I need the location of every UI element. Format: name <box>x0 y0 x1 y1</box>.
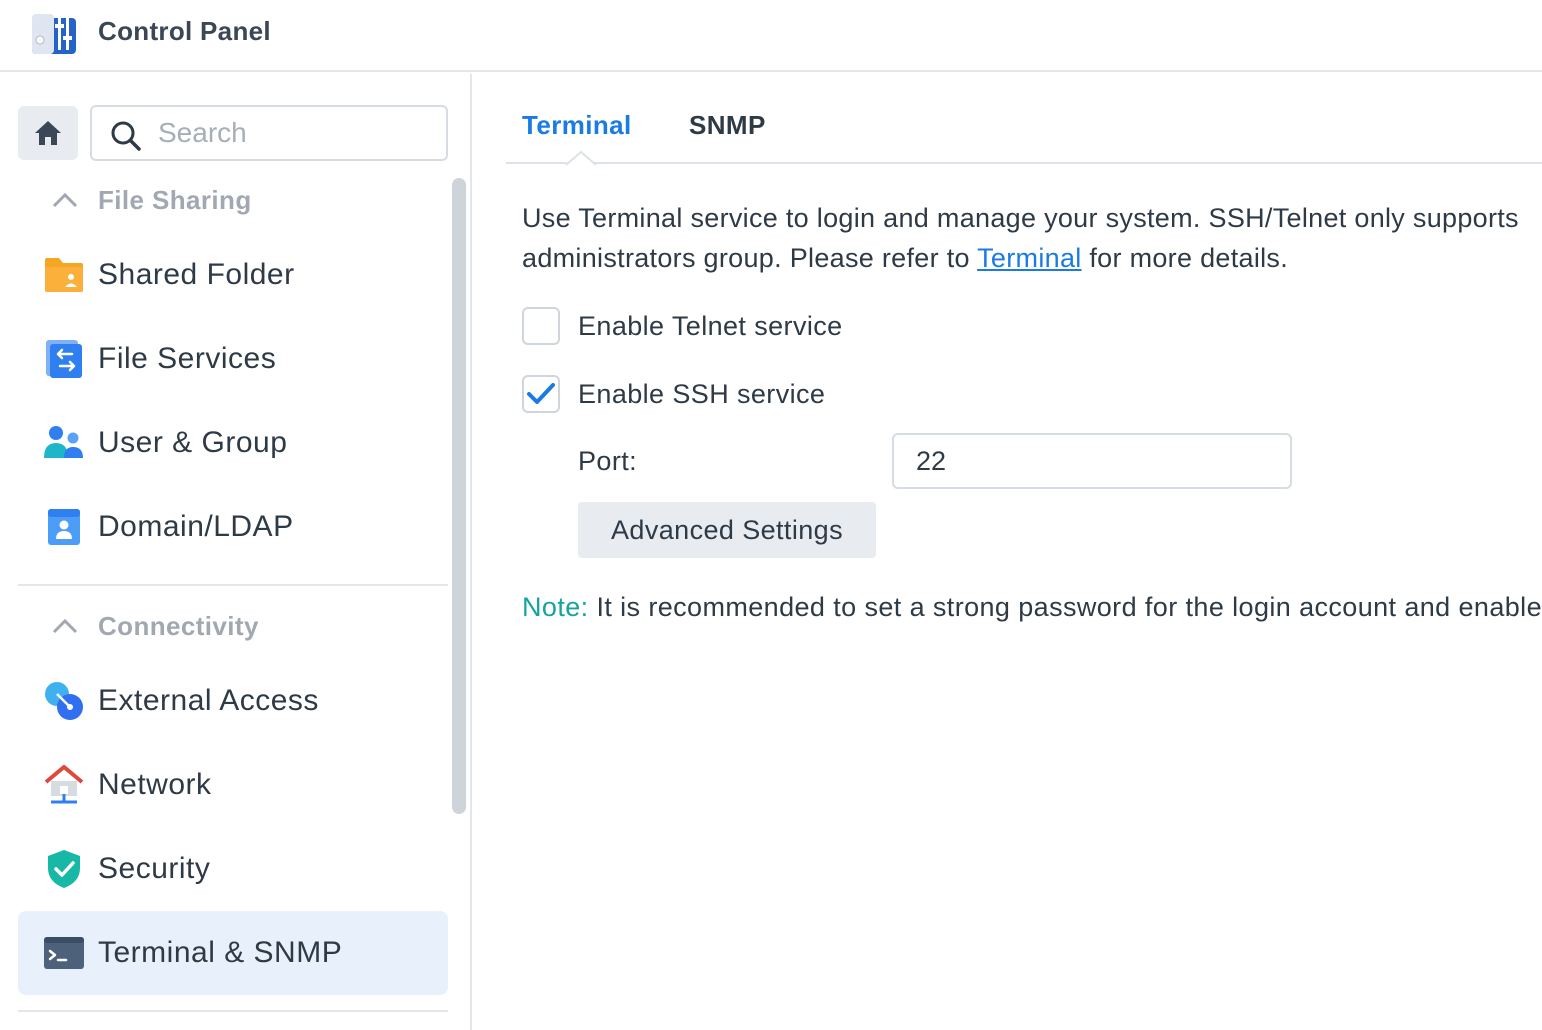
control-panel-icon <box>32 14 76 54</box>
security-note: Note: It is recommended to set a strong … <box>522 592 1542 623</box>
scrollbar-thumb[interactable] <box>452 178 466 814</box>
network-icon <box>42 763 86 807</box>
sidebar-item-label: External Access <box>98 684 319 717</box>
sidebar-item-label: Shared Folder <box>98 258 295 291</box>
search-input[interactable] <box>158 107 438 159</box>
telnet-option[interactable]: Enable Telnet service <box>522 306 843 346</box>
description-line-2: administrators group. Please refer to Te… <box>522 243 1289 273</box>
section-label: File Sharing <box>98 184 252 215</box>
user-group-icon <box>42 421 86 465</box>
terminal-description: Use Terminal service to login and manage… <box>522 198 1542 278</box>
active-tab-caret <box>566 150 596 166</box>
sidebar-item-terminal-snmp[interactable]: Terminal & SNMP <box>18 911 448 995</box>
tab-terminal[interactable]: Terminal <box>522 110 632 141</box>
terminal-help-link[interactable]: Terminal <box>977 243 1081 273</box>
tab-snmp[interactable]: SNMP <box>689 110 766 141</box>
section-file-sharing[interactable]: File Sharing <box>18 172 448 228</box>
description-line-1: Use Terminal service to login and manage… <box>522 203 1519 233</box>
title-bar: Control Panel <box>0 0 1542 72</box>
chevron-up-icon <box>52 618 78 634</box>
sidebar-item-security[interactable]: Security <box>18 827 448 911</box>
note-key: Note: <box>522 592 589 622</box>
security-shield-icon <box>42 847 86 891</box>
section-connectivity[interactable]: Connectivity <box>18 598 448 654</box>
sidebar-item-label: User & Group <box>98 426 288 459</box>
sidebar-item-shared-folder[interactable]: Shared Folder <box>18 233 448 317</box>
home-icon <box>35 121 61 145</box>
telnet-checkbox[interactable] <box>522 307 560 345</box>
ssh-label: Enable SSH service <box>578 378 826 409</box>
file-services-icon <box>42 337 86 381</box>
port-label: Port: <box>578 446 638 476</box>
sidebar-item-external-access[interactable]: External Access <box>18 659 448 743</box>
sidebar-item-network[interactable]: Network <box>18 743 448 827</box>
external-access-icon <box>42 679 86 723</box>
sidebar-scrollbar[interactable] <box>452 178 468 814</box>
section-label: Connectivity <box>98 610 259 641</box>
sidebar: File Sharing Shared Folder File Services <box>0 74 472 1030</box>
sidebar-item-label: File Services <box>98 342 277 375</box>
sidebar-item-label: Network <box>98 768 212 801</box>
tab-bar: Terminal SNMP <box>506 96 1542 166</box>
sidebar-item-user-group[interactable]: User & Group <box>18 401 448 485</box>
search-box[interactable] <box>90 105 448 161</box>
shared-folder-icon <box>42 253 86 297</box>
section-divider <box>18 1010 448 1012</box>
port-input[interactable] <box>892 433 1292 489</box>
search-icon <box>111 121 141 151</box>
terminal-icon <box>42 931 86 975</box>
app-title: Control Panel <box>98 16 271 46</box>
sidebar-item-domain-ldap[interactable]: Domain/LDAP <box>18 485 448 569</box>
home-button[interactable] <box>18 106 78 160</box>
domain-ldap-icon <box>42 505 86 549</box>
sidebar-item-label: Domain/LDAP <box>98 510 294 543</box>
telnet-label: Enable Telnet service <box>578 310 843 341</box>
checkmark-icon <box>527 383 555 404</box>
section-divider <box>18 584 448 586</box>
note-text: It is recommended to set a strong passwo… <box>588 592 1542 622</box>
ssh-checkbox[interactable] <box>522 375 560 413</box>
advanced-settings-button[interactable]: Advanced Settings <box>578 502 876 558</box>
main-panel: Terminal SNMP Use Terminal service to lo… <box>474 74 1542 1030</box>
sidebar-item-file-services[interactable]: File Services <box>18 317 448 401</box>
sidebar-item-label: Terminal & SNMP <box>98 936 343 969</box>
ssh-option[interactable]: Enable SSH service <box>522 374 825 414</box>
sidebar-item-label: Security <box>98 852 211 885</box>
chevron-up-icon <box>52 192 78 208</box>
